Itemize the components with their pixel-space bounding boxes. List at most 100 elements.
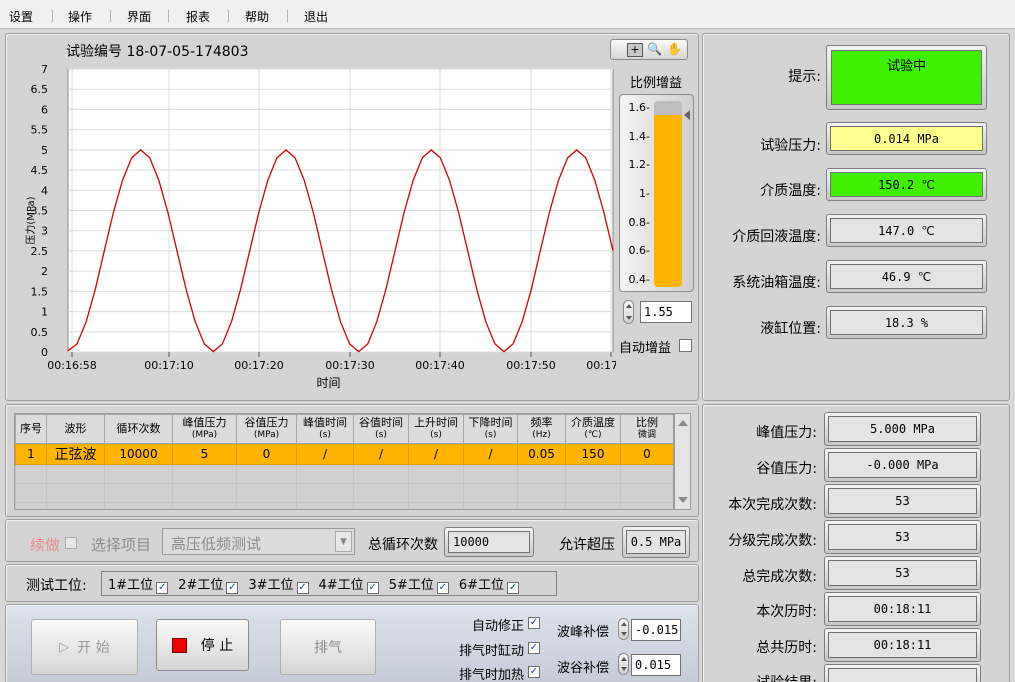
- y-tick-label: 5: [41, 144, 48, 157]
- program-table-grid: 序号 波形 循环次数 峰值压力 (MPa) 谷值压力 (MPa) 峰值时间 (s) 谷值时间 (s)…: [15, 414, 673, 509]
- table-header-cell[interactable]: 频率 (Hz): [517, 414, 566, 444]
- cylinder-pos-label: 液缸位置:: [760, 321, 821, 337]
- resume-label: 续做: [30, 536, 61, 554]
- stop-icon: [171, 637, 187, 653]
- peak-comp-spinner[interactable]: [618, 618, 629, 640]
- table-header-cell[interactable]: 序号: [15, 414, 47, 444]
- vent-cylinder-checkbox[interactable]: ✓: [528, 642, 540, 654]
- table-header-text: (s): [430, 430, 442, 440]
- table-row[interactable]: 1 正弦波 10000 5 0// //0.05 150 0: [15, 443, 673, 465]
- elapsed-value: 00:18:11: [828, 596, 977, 622]
- gain-input[interactable]: 1.55: [640, 301, 692, 323]
- table-cell: [353, 483, 409, 503]
- table-cell: /: [296, 443, 354, 465]
- table-header-text: 介质温度: [571, 416, 615, 429]
- cylinder-pos-value: 18.3 %: [830, 310, 983, 335]
- menu-operate[interactable]: 操作: [68, 8, 92, 25]
- table-scrollbar[interactable]: [674, 413, 691, 510]
- table-header-cell[interactable]: 循环次数: [104, 414, 173, 444]
- total-count-value: 53: [828, 560, 977, 586]
- table-header-text: 波形: [64, 422, 87, 435]
- table-header-cell[interactable]: 波形: [46, 414, 105, 444]
- pan-hand-icon[interactable]: ✋: [667, 42, 682, 56]
- menu-report[interactable]: 报表: [186, 8, 210, 25]
- table-header-cell[interactable]: 峰值压力 (MPa): [172, 414, 237, 444]
- station-1[interactable]: 1#工位 ✓: [108, 574, 169, 594]
- table-cell: [15, 483, 47, 503]
- menu-settings[interactable]: 设置: [9, 8, 33, 25]
- table-header-cell[interactable]: 下降时间 (s): [463, 414, 518, 444]
- station-checkbox[interactable]: ✓: [156, 581, 169, 594]
- scroll-down-icon[interactable]: [678, 497, 688, 503]
- table-header-cell[interactable]: 谷值压力 (MPa): [236, 414, 297, 444]
- table-cell: [296, 464, 354, 484]
- table-cell: [565, 464, 621, 484]
- table-header-text: 峰值时间: [303, 416, 347, 429]
- menu-exit[interactable]: 退出: [304, 8, 328, 25]
- table-header-cell[interactable]: 介质温度 (℃): [565, 414, 621, 444]
- stop-button[interactable]: 停 止: [156, 619, 249, 671]
- gain-slider-thumb[interactable]: [684, 110, 690, 121]
- total-cycles-value: 10000: [448, 531, 530, 553]
- table-header-cell[interactable]: 谷值时间 (s): [353, 414, 409, 444]
- table-header-text: 比例: [636, 416, 658, 429]
- project-select[interactable]: 高压低频测试 ▼: [162, 528, 355, 555]
- station-4[interactable]: 4#工位 ✓: [319, 574, 379, 594]
- zoom-icon[interactable]: 🔍: [647, 42, 662, 56]
- table-row-empty[interactable]: [15, 483, 673, 503]
- table-header-text: 下降时间: [468, 416, 513, 429]
- table-header-cell[interactable]: 上升时间 (s): [408, 414, 464, 444]
- menu-separator: [52, 10, 53, 22]
- auto-gain-checkbox[interactable]: [679, 339, 692, 352]
- table-row-empty[interactable]: [15, 464, 673, 484]
- station-3[interactable]: 3#工位 ✓: [248, 574, 309, 594]
- auto-gain-label: 自动增益: [619, 341, 672, 356]
- valley-comp-input[interactable]: 0.015: [631, 654, 681, 676]
- table-row-empty[interactable]: [15, 502, 673, 509]
- menu-view[interactable]: 界面: [127, 8, 151, 25]
- chart-panel: 试验编号 18-07-05-174803 + 🔍 ✋ 7 6.5 6 5.5 5 4.5 4…: [5, 33, 699, 401]
- vent-heat-checkbox[interactable]: ✓: [528, 666, 540, 678]
- station-checkbox[interactable]: ✓: [226, 581, 239, 594]
- x-tick-label: 00:17:20: [234, 359, 283, 372]
- table-header-text: (s): [319, 430, 331, 440]
- stage-count-value: 53: [828, 524, 977, 550]
- test-result-box: [824, 664, 981, 682]
- chevron-down-icon[interactable]: ▼: [335, 531, 352, 552]
- vent-label: 排气: [314, 640, 342, 656]
- gain-spinner[interactable]: [623, 300, 634, 324]
- table-cell: [463, 464, 518, 484]
- table-cell: [46, 464, 105, 484]
- station-5[interactable]: 5#工位 ✓: [389, 574, 449, 594]
- table-header-cell[interactable]: 比例 微调: [620, 414, 673, 444]
- gain-slider[interactable]: 1.6- 1.4- 1.2- 1- 0.8- 0.6- 0.4-: [619, 94, 694, 292]
- table-header-text: 序号: [20, 422, 42, 435]
- table-cell: [296, 502, 354, 509]
- resume-checkbox[interactable]: [65, 537, 77, 549]
- auto-fix-checkbox[interactable]: ✓: [528, 617, 540, 629]
- gain-tick-label: 1.2-: [628, 158, 650, 172]
- program-table: 序号 波形 循环次数 峰值压力 (MPa) 谷值压力 (MPa) 峰值时间 (s) 谷值时间 (s)…: [14, 413, 674, 510]
- pressure-value: 0.014 MPa: [830, 126, 983, 151]
- gain-slider-track[interactable]: [654, 101, 682, 287]
- vent-button[interactable]: 排气: [280, 619, 376, 675]
- start-button[interactable]: ▷ 开 始: [31, 619, 138, 675]
- x-tick-label: 00:17:10: [144, 359, 193, 372]
- y-axis-label: 压力(MPa): [24, 196, 37, 244]
- station-checkbox[interactable]: ✓: [296, 581, 309, 594]
- station-checkbox[interactable]: ✓: [507, 581, 520, 594]
- peak-comp-input[interactable]: -0.015: [631, 619, 681, 641]
- valley-comp-spinner[interactable]: [618, 653, 629, 675]
- menu-help[interactable]: 帮助: [245, 8, 269, 25]
- scroll-up-icon[interactable]: [678, 420, 688, 426]
- table-cell: [236, 483, 297, 503]
- table-header-cell[interactable]: 峰值时间 (s): [296, 414, 354, 444]
- crosshair-icon[interactable]: +: [627, 43, 643, 57]
- station-2[interactable]: 2#工位 ✓: [178, 574, 239, 594]
- station-checkbox[interactable]: ✓: [436, 581, 449, 594]
- stations-label: 测试工位:: [26, 578, 87, 594]
- station-checkbox[interactable]: ✓: [366, 581, 379, 594]
- station-6[interactable]: 6#工位 ✓: [459, 574, 520, 594]
- table-header-row: 序号 波形 循环次数 峰值压力 (MPa) 谷值压力 (MPa) 峰值时间 (s) 谷值时间 (s)…: [15, 414, 673, 444]
- table-cell: [172, 483, 237, 503]
